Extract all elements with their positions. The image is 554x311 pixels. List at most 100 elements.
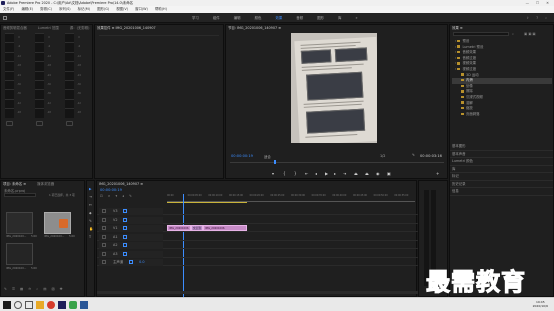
track-header[interactable]: A2 xyxy=(99,242,163,249)
track-lock-icon[interactable] xyxy=(102,243,106,247)
track-lock-icon[interactable] xyxy=(102,251,106,256)
button-editor-icon[interactable]: + xyxy=(436,171,439,176)
track-header[interactable]: A3 xyxy=(99,250,163,258)
type-tool-icon[interactable]: T xyxy=(89,235,91,239)
section-info[interactable]: 信息 xyxy=(450,188,553,196)
transition-clip[interactable]: 交叉溶 xyxy=(191,225,203,231)
track-header[interactable]: V3 xyxy=(99,208,163,215)
project-bottom-icons[interactable]: ✎ ☰ ▦ ⊖ ⌕ ▤ ▧ ✚ xyxy=(4,287,65,291)
timeline-ruler[interactable]: 00:00 00:00:05:00 00:00:10:00 00:00:15:00 00… xyxy=(167,194,415,198)
video-clip[interactable]: IMG_20201006 xyxy=(203,225,247,231)
workspace-tab-libraries[interactable]: 库 xyxy=(338,16,341,20)
tab-timeline-sequence[interactable]: IMG_20201006_140907 ≡ xyxy=(99,182,143,186)
start-icon[interactable] xyxy=(3,301,11,309)
tab-program[interactable]: 节目: IMG_20201006_140907 ≡ xyxy=(228,26,281,30)
mark-in-icon[interactable]: { xyxy=(283,171,286,176)
track-header[interactable]: V1 xyxy=(99,225,163,232)
menu-window[interactable]: 窗口(W) xyxy=(135,7,148,11)
play-icon[interactable]: ▶ xyxy=(325,171,328,176)
video-clip[interactable]: IMG_20201006 xyxy=(167,225,191,231)
tab-effect-controls[interactable]: 效果控件 ≡ IMG_20201006_140907 xyxy=(97,26,156,30)
workspace-right-icons[interactable]: ⇪ ? ⌕ xyxy=(526,13,550,23)
workspace-tab-learn[interactable]: 学习 xyxy=(192,16,199,20)
track-toggle-icon[interactable] xyxy=(123,217,128,222)
hand-tool-icon[interactable]: ✋ xyxy=(89,227,93,231)
section-history[interactable]: 历史记录 xyxy=(450,181,553,188)
mute-button-2[interactable] xyxy=(36,121,43,126)
wechat-icon[interactable] xyxy=(69,301,77,309)
home-icon[interactable] xyxy=(3,16,7,20)
word-icon[interactable] xyxy=(80,301,88,309)
go-to-in-icon[interactable]: ⇤ xyxy=(305,171,308,176)
track-header[interactable]: 主声道 0.0 xyxy=(99,259,163,266)
pen-tool-icon[interactable]: ✎ xyxy=(89,219,92,223)
menu-clip[interactable]: 剪辑(C) xyxy=(40,7,52,11)
tab-effects[interactable]: 效果 ≡ xyxy=(452,26,463,30)
mark-out-icon[interactable]: } xyxy=(294,171,297,176)
program-playhead[interactable] xyxy=(274,160,276,164)
menu-edit[interactable]: 编辑(E) xyxy=(21,7,33,11)
workspace-tab-graphics[interactable]: 图形 xyxy=(317,16,324,20)
track-toggle-icon[interactable] xyxy=(123,234,128,239)
project-search-input[interactable] xyxy=(4,193,36,197)
workspace-tab-editing[interactable]: 编辑 xyxy=(234,16,241,20)
program-video-frame[interactable] xyxy=(291,33,377,143)
menu-markers[interactable]: 标记(M) xyxy=(78,7,90,11)
section-essential-sound[interactable]: 基本声音 xyxy=(450,151,553,158)
program-fit-dropdown[interactable]: 适合 xyxy=(264,154,271,159)
step-forward-icon[interactable]: ▸ xyxy=(334,171,336,176)
track-toggle-icon[interactable] xyxy=(123,226,128,230)
premiere-taskbar-icon[interactable] xyxy=(58,301,66,309)
system-clock[interactable]: 19:45 2020/10/6 xyxy=(533,300,548,308)
track-select-tool-icon[interactable]: ⇥ xyxy=(89,195,92,199)
track-toggle-icon[interactable] xyxy=(129,260,134,264)
project-item-thumb-1[interactable] xyxy=(6,212,33,234)
menu-file[interactable]: 文件(F) xyxy=(3,7,14,11)
task-view-icon[interactable] xyxy=(25,301,33,309)
track-lock-icon[interactable] xyxy=(102,260,106,264)
step-back-icon[interactable]: ◂ xyxy=(315,171,317,176)
browser-icon[interactable] xyxy=(47,301,55,309)
razor-tool-icon[interactable]: ◆ xyxy=(89,211,92,215)
project-item-thumb-2[interactable] xyxy=(44,212,71,234)
add-marker-icon[interactable]: ▾ xyxy=(272,171,274,176)
menu-graphics[interactable]: 图形(G) xyxy=(97,7,109,11)
workspace-tab-effects[interactable]: 效果 xyxy=(275,16,282,20)
timeline-scrollbar[interactable] xyxy=(97,291,418,294)
workspace-tab-assembly[interactable]: 组件 xyxy=(213,16,220,20)
menu-help[interactable]: 帮助(H) xyxy=(155,7,167,11)
selection-tool-icon[interactable]: ▶ xyxy=(89,187,92,191)
extract-icon[interactable]: ⏏ xyxy=(365,171,369,176)
section-libraries[interactable]: 库 xyxy=(450,166,553,173)
wrench-icon[interactable]: ✎ xyxy=(412,153,415,157)
track-toggle-icon[interactable] xyxy=(123,243,128,247)
track-header[interactable]: A1 xyxy=(99,233,163,241)
master-volume-value[interactable]: 0.0 xyxy=(139,260,144,264)
effects-tree-item[interactable]: 页面剥落 xyxy=(452,112,552,118)
lift-icon[interactable]: ⏏ xyxy=(354,171,358,176)
tab-media-browser[interactable]: 媒体浏览器 xyxy=(37,182,54,186)
tab-source[interactable]: 源：(无剪辑) xyxy=(70,26,90,30)
file-explorer-icon[interactable] xyxy=(36,301,44,309)
program-resolution-dropdown[interactable]: 1/2 xyxy=(380,154,385,158)
comparison-view-icon[interactable]: ▣ xyxy=(387,171,391,176)
workspace-tab-color[interactable]: 颜色 xyxy=(255,16,262,20)
track-lock-icon[interactable] xyxy=(102,217,106,222)
program-scrub-bar[interactable] xyxy=(230,162,444,163)
tab-project[interactable]: 项目: 未命名 ≡ xyxy=(3,182,26,186)
menu-view[interactable]: 视图(V) xyxy=(116,7,128,11)
section-essential-graphics[interactable]: 基本图形 xyxy=(450,143,553,151)
tab-lumetri-scopes[interactable]: Lumetri 范围 xyxy=(38,26,59,30)
mute-button-3[interactable] xyxy=(66,121,73,126)
mute-button-1[interactable] xyxy=(6,121,13,126)
search-icon[interactable] xyxy=(14,301,22,309)
section-markers[interactable]: 标记 xyxy=(450,173,553,181)
effects-search-input[interactable] xyxy=(453,32,509,36)
track-toggle-icon[interactable] xyxy=(123,251,128,256)
workspace-tab-audio[interactable]: 音频 xyxy=(296,16,303,20)
effects-filter-icons[interactable]: ▣▣▣ xyxy=(524,32,537,36)
track-lock-icon[interactable] xyxy=(102,234,106,239)
track-lock-icon[interactable] xyxy=(102,226,106,230)
program-current-timecode[interactable]: 00:00:00:19 xyxy=(231,154,253,158)
tab-audio-clip-mixer[interactable]: 音频剪辑混合器 xyxy=(3,26,27,30)
